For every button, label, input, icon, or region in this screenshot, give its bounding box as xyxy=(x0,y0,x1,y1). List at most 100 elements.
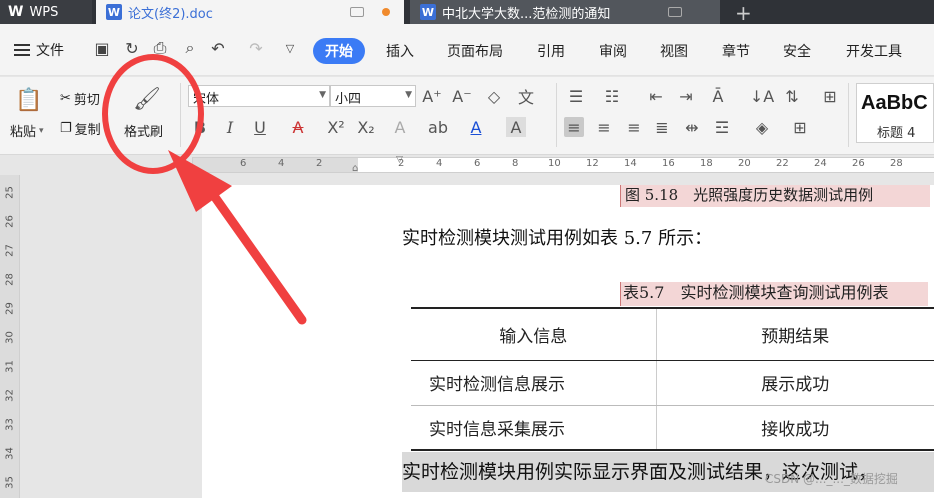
monitor-icon[interactable] xyxy=(668,7,682,17)
ruler-number: 28 xyxy=(890,158,903,169)
unsaved-dot-icon xyxy=(382,8,390,16)
bullet-list-icon[interactable]: ☰ xyxy=(566,86,586,106)
grow-font-icon[interactable]: A⁺ xyxy=(422,86,442,106)
numbered-list-icon[interactable]: ☷ xyxy=(602,86,622,106)
font-name-value: 宋体 xyxy=(193,92,220,107)
font-name-combo[interactable]: 宋体 ▼ xyxy=(188,85,330,107)
wps-home-tab[interactable]: W WPS xyxy=(0,0,92,24)
tab-view[interactable]: 视图 xyxy=(660,41,688,61)
horizontal-ruler[interactable]: 6 4 2 2 4 6 8 10 12 14 16 18 20 22 24 26… xyxy=(0,155,934,175)
file-menu-label: 文件 xyxy=(36,43,64,59)
table-caption[interactable]: 表5.7 实时检测模块查询测试用例表 xyxy=(620,282,928,306)
superscript-icon[interactable]: X² xyxy=(326,117,346,137)
style-gallery-heading4[interactable]: AaBbC 标题 4 xyxy=(856,83,934,143)
align-center-icon[interactable]: ≡ xyxy=(594,117,614,137)
increase-indent-icon[interactable]: ⇥ xyxy=(676,86,696,106)
font-color-icon[interactable]: A xyxy=(466,117,486,137)
tab-home[interactable]: 开始 xyxy=(313,38,365,64)
italic-icon[interactable]: I xyxy=(220,117,240,137)
figure-caption[interactable]: 图 5.18 光照强度历史数据测试用例 xyxy=(620,185,930,207)
strikethrough-icon[interactable]: A xyxy=(288,117,308,137)
show-marks-icon[interactable]: ⊞ xyxy=(820,86,840,106)
vertical-ruler[interactable]: 25 26 27 28 29 30 31 32 33 34 35 xyxy=(0,175,20,498)
ribbon-separator xyxy=(848,83,849,147)
ruler-number: 20 xyxy=(738,158,751,169)
indent-marker-icon[interactable]: ⌂ xyxy=(352,163,358,174)
bold-icon[interactable]: B xyxy=(190,117,210,137)
table-row: 实时信息采集展示 接收成功 xyxy=(411,405,934,451)
ruler-number: 6 xyxy=(474,158,481,169)
text-effect-icon[interactable]: A xyxy=(390,117,410,137)
ruler-number: 25 xyxy=(4,186,16,199)
watermark-text: CSDN @..._..._数据挖掘 xyxy=(765,472,898,486)
customize-toolbar-icon[interactable]: ▽ xyxy=(280,38,300,58)
undo-icon[interactable]: ↶ xyxy=(208,38,228,58)
menu-bar: 文件 ▣ ↻ ⎙ ⌕ ↶ ↷ ▽ 开始 插入 页面布局 引用 审阅 视图 章节 … xyxy=(0,24,934,76)
table-cell[interactable]: 接收成功 xyxy=(656,405,934,451)
print-preview-icon[interactable]: ⌕ xyxy=(180,38,200,58)
clear-format-icon[interactable]: ◇ xyxy=(484,86,504,106)
table-header-cell[interactable]: 输入信息 xyxy=(411,308,657,361)
align-right-icon[interactable]: ≡ xyxy=(624,117,644,137)
tab-chapter[interactable]: 章节 xyxy=(722,41,750,61)
ruler-number: 30 xyxy=(4,331,16,344)
align-left-icon[interactable]: ≡ xyxy=(564,117,584,137)
save-icon[interactable]: ▣ xyxy=(92,38,112,58)
paste-icon[interactable]: 📋 xyxy=(14,85,44,115)
ruler-number: 32 xyxy=(4,389,16,402)
table-header-cell[interactable]: 预期结果 xyxy=(656,308,934,361)
file-menu-button[interactable]: 文件 xyxy=(14,40,64,60)
table-cell[interactable]: 展示成功 xyxy=(656,360,934,406)
paste-button[interactable]: 粘贴 ▾ xyxy=(10,121,44,140)
ruler-number: 18 xyxy=(700,158,713,169)
ruler-number: 34 xyxy=(4,447,16,460)
font-size-value: 小四 xyxy=(335,92,362,107)
redo-icon[interactable]: ↷ xyxy=(246,38,266,58)
document-tab-inactive[interactable]: W 中北大学大数...范检测的通知 xyxy=(410,0,720,24)
format-painter-icon[interactable]: 🖌 xyxy=(133,85,161,113)
export-icon[interactable]: ↻ xyxy=(122,38,142,58)
ruler-number: 4 xyxy=(436,158,443,169)
tab-developer[interactable]: 开发工具 xyxy=(846,41,902,61)
test-case-table[interactable]: 输入信息 预期结果 实时检测信息展示 展示成功 实时信息采集展示 接收成功 xyxy=(411,307,934,451)
first-line-indent-icon[interactable]: ▽ xyxy=(396,155,403,165)
body-paragraph[interactable]: 实时检测模块测试用例如表 5.7 所示： xyxy=(402,224,712,250)
distribute-icon[interactable]: ⇹ xyxy=(682,117,702,137)
document-tab-active[interactable]: W 论文(终2).doc xyxy=(96,0,404,24)
tab-page-layout[interactable]: 页面布局 xyxy=(447,41,503,61)
justify-icon[interactable]: ≣ xyxy=(652,117,672,137)
format-painter-button[interactable]: 格式刷 xyxy=(124,121,163,140)
active-doc-title: 论文(终2).doc xyxy=(128,6,213,22)
ruler-number: 8 xyxy=(512,158,519,169)
char-shading-icon[interactable]: A xyxy=(506,117,526,137)
subscript-icon[interactable]: X₂ xyxy=(356,117,376,137)
monitor-icon[interactable] xyxy=(350,7,364,17)
word-doc-icon: W xyxy=(420,4,436,20)
line-spacing-icon[interactable]: ☲ xyxy=(712,117,732,137)
ruler-number: 10 xyxy=(548,158,561,169)
borders-icon[interactable]: ⊞ xyxy=(790,117,810,137)
paragraph-shading-icon[interactable]: ◈ xyxy=(752,117,772,137)
tab-review[interactable]: 审阅 xyxy=(599,41,627,61)
print-icon[interactable]: ⎙ xyxy=(150,38,170,58)
table-cell[interactable]: 实时信息采集展示 xyxy=(411,405,657,451)
table-cell[interactable]: 实时检测信息展示 xyxy=(411,360,657,406)
tab-insert[interactable]: 插入 xyxy=(386,41,414,61)
underline-icon[interactable]: U xyxy=(250,117,270,137)
font-size-combo[interactable]: 小四 ▼ xyxy=(330,85,416,107)
ruler-number: 6 xyxy=(240,158,247,169)
tab-security[interactable]: 安全 xyxy=(783,41,811,61)
new-tab-plus-icon[interactable]: + xyxy=(735,1,752,25)
sort-icon[interactable]: ↓A xyxy=(750,86,774,106)
window-tab-bar: W WPS W 论文(终2).doc W 中北大学大数...范检测的通知 + xyxy=(0,0,934,25)
ruler-number: 16 xyxy=(662,158,675,169)
decrease-indent-icon[interactable]: ⇤ xyxy=(646,86,666,106)
phonetic-guide-icon[interactable]: 文 xyxy=(516,86,536,107)
copy-button[interactable]: ❐ 复制 xyxy=(60,119,101,138)
tab-references[interactable]: 引用 xyxy=(537,41,565,61)
change-case-icon[interactable]: Ā xyxy=(708,86,728,106)
shrink-font-icon[interactable]: A⁻ xyxy=(452,86,472,106)
line-spacing-icon[interactable]: ⇅ xyxy=(782,86,802,106)
cut-button[interactable]: ✂ 剪切 xyxy=(60,89,100,108)
highlight-icon[interactable]: ab xyxy=(428,117,448,137)
